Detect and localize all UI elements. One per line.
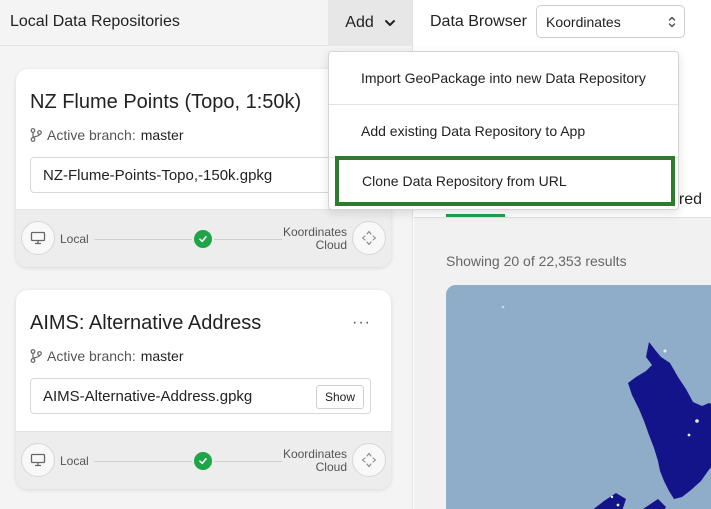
local-sync-node[interactable] <box>21 443 55 477</box>
more-options-icon[interactable]: ··· <box>352 314 371 332</box>
add-button[interactable]: Add <box>328 0 412 46</box>
panel-title: Data Browser <box>430 13 527 30</box>
sync-status-bar: Local Koordinates Cloud <box>16 431 391 489</box>
check-icon <box>194 452 212 470</box>
select-arrows-icon <box>668 16 676 28</box>
branch-label: Active branch: <box>47 127 136 143</box>
file-path-box: AIMS-Alternative-Address.gpkg Show <box>30 378 371 414</box>
cloud-sync-node[interactable] <box>352 221 386 255</box>
local-sync-node[interactable] <box>21 221 55 255</box>
browser-results-area: Showing 20 of 22,353 results <box>414 218 711 509</box>
repository-title: AIMS: Alternative Address <box>30 312 262 334</box>
branch-icon <box>30 349 42 363</box>
cloud-label: Koordinates Cloud <box>267 226 347 252</box>
repository-card: AIMS: Alternative Address ··· Active bra… <box>16 290 391 489</box>
cloud-label: Koordinates Cloud <box>267 448 347 474</box>
map-preview[interactable] <box>446 285 711 509</box>
branch-label: Active branch: <box>47 348 136 364</box>
panel-title: Local Data Repositories <box>10 13 180 30</box>
computer-icon <box>30 231 46 245</box>
chevron-down-icon <box>384 20 395 26</box>
branch-icon <box>30 128 42 142</box>
sync-line <box>94 461 192 462</box>
results-count: Showing 20 of 22,353 results <box>446 253 627 269</box>
sync-line <box>94 239 192 240</box>
sync-status-bar: Local Koordinates Cloud <box>16 209 391 267</box>
data-browser-header: Data Browser Koordinates <box>414 0 711 46</box>
local-repositories-header: Local Data Repositories Add <box>0 0 412 46</box>
file-name: AIMS-Alternative-Address.gpkg <box>43 388 253 405</box>
file-path-box: NZ-Flume-Points-Topo,-150k.gpkg <box>30 157 390 193</box>
menu-item-add-existing-repository[interactable]: Add existing Data Repository to App <box>329 105 678 158</box>
check-icon <box>194 230 212 248</box>
branch-name: master <box>140 348 184 364</box>
cloud-sync-icon <box>361 452 377 468</box>
menu-item-import-geopackage[interactable]: Import GeoPackage into new Data Reposito… <box>329 52 678 105</box>
add-button-label: Add <box>345 14 374 31</box>
active-branch: Active branch: master <box>30 348 184 364</box>
branch-name: master <box>140 127 184 143</box>
repository-title: NZ Flume Points (Topo, 1:50k) <box>30 91 302 113</box>
cloud-label-line2: Cloud <box>315 238 347 252</box>
cloud-label-line2: Cloud <box>315 460 347 474</box>
local-label: Local <box>60 454 89 468</box>
source-select[interactable]: Koordinates <box>536 5 685 38</box>
cloud-sync-node[interactable] <box>352 443 386 477</box>
new-zealand-map <box>446 285 711 509</box>
local-label: Local <box>60 232 89 246</box>
cloud-sync-icon <box>361 230 377 246</box>
show-button[interactable]: Show <box>315 385 364 409</box>
add-menu: Import GeoPackage into new Data Reposito… <box>328 51 679 210</box>
file-name: NZ-Flume-Points-Topo,-150k.gpkg <box>43 167 273 184</box>
active-branch: Active branch: master <box>30 127 184 143</box>
computer-icon <box>30 453 46 467</box>
menu-item-clone-repository[interactable]: Clone Data Repository from URL <box>335 156 675 206</box>
source-select-value: Koordinates <box>546 14 621 30</box>
